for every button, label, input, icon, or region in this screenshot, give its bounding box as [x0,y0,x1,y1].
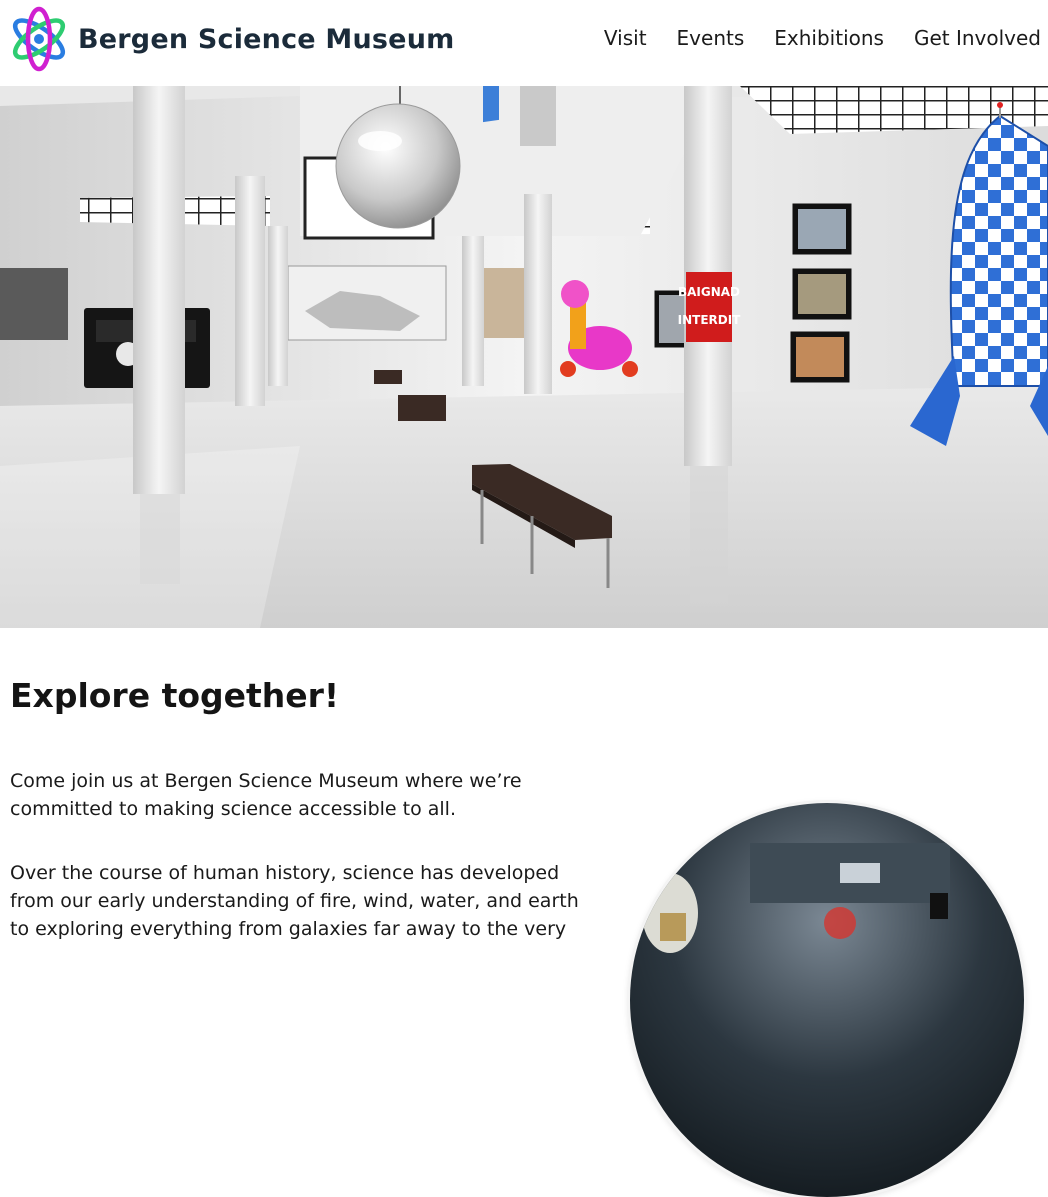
nav-item-events[interactable]: Events [677,26,745,50]
atom-icon [12,6,66,72]
site-header: Bergen Science Museum Visit Events Exhib… [0,0,1048,86]
svg-text:BAIGNAD: BAIGNAD [678,285,740,299]
astronaut-helmet-illustration [630,803,1024,1197]
nav-item-visit[interactable]: Visit [604,26,647,50]
history-paragraph: Over the course of human history, scienc… [10,862,579,940]
astronaut-helmet-photo [630,803,1024,1197]
page-heading: Explore together! [10,676,340,715]
nav-item-exhibitions[interactable]: Exhibitions [774,26,884,50]
hero-image: BAIGNAD INTERDIT [0,86,1048,628]
nav-item-get-involved[interactable]: Get Involved [914,26,1041,50]
home-logo-link[interactable]: Bergen Science Museum [8,6,454,72]
intro-paragraph: Come join us at Bergen Science Museum wh… [10,770,522,820]
museum-gallery-illustration: BAIGNAD INTERDIT [0,86,1048,628]
svg-text:INTERDIT: INTERDIT [678,313,742,327]
main-nav: Visit Events Exhibitions Get Involved [574,26,1041,50]
site-name: Bergen Science Museum [78,23,455,55]
